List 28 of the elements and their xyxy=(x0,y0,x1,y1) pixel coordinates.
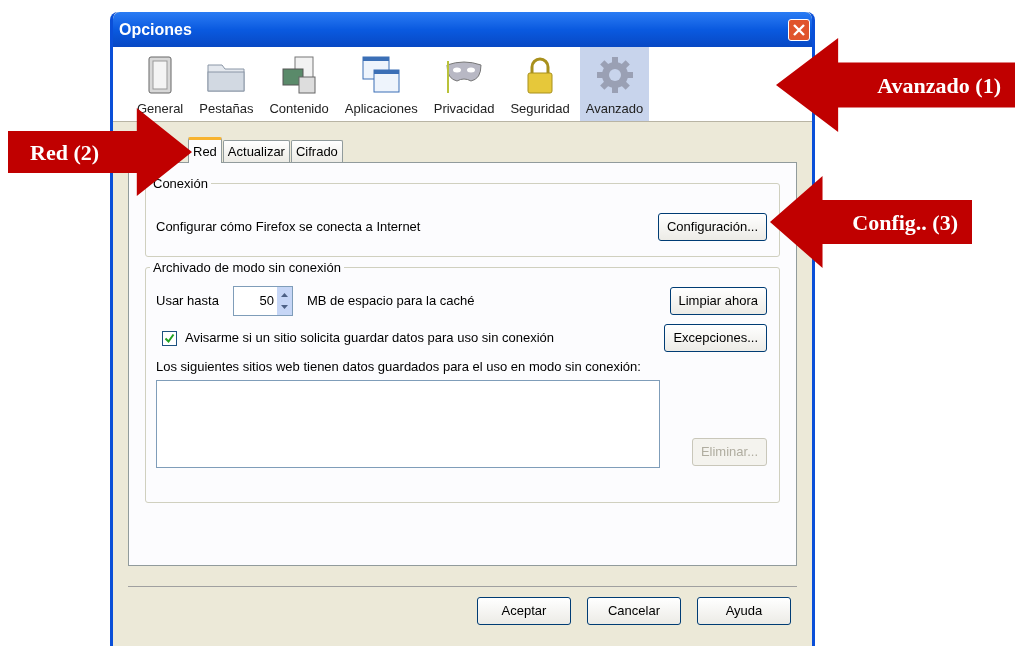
number-spinner[interactable]: 50 xyxy=(232,286,293,316)
dialog-button[interactable]: Ayuda xyxy=(697,597,791,625)
label-text: MB de espacio para la caché xyxy=(306,292,475,311)
sites-list[interactable] xyxy=(156,380,660,468)
checkbox-label: Avisarme si un sitio solicita guardar datos para uso sin conexión xyxy=(185,329,554,348)
tab[interactable]: Red xyxy=(188,137,222,163)
exceptions-button[interactable]: Excepciones... xyxy=(664,324,767,352)
label-text: Los siguientes sitios web tienen datos guardados para el uso en modo sin conexión: xyxy=(156,358,642,375)
label-text: Usar hasta xyxy=(156,292,219,311)
window-title: Opciones xyxy=(119,19,192,40)
close-button[interactable] xyxy=(788,18,810,41)
checkmark-icon xyxy=(164,332,175,344)
close-icon xyxy=(793,23,805,36)
callout-label: Avanzado (1) xyxy=(877,71,1001,100)
callout-label: Config.. (3) xyxy=(852,208,958,237)
settings-button[interactable]: Configuración... xyxy=(657,213,767,241)
windows-icon xyxy=(361,54,402,95)
checkbox[interactable] xyxy=(162,330,177,346)
label-text: Configurar cómo Firefox se conecta a Internet xyxy=(156,218,421,237)
spinner-arrows-icon xyxy=(276,287,292,315)
callout-label: Red (2) xyxy=(30,138,100,167)
clear-button[interactable]: Limpiar ahora xyxy=(669,287,767,315)
tab[interactable]: Actualizar xyxy=(222,140,290,162)
tab[interactable]: Cifrado xyxy=(290,140,343,162)
gear-icon xyxy=(594,54,635,95)
dialog-button[interactable]: Aceptar xyxy=(477,597,571,625)
toolbar-item[interactable]: Avanzado xyxy=(579,47,650,121)
dialog-button[interactable]: Cancelar xyxy=(587,597,681,625)
